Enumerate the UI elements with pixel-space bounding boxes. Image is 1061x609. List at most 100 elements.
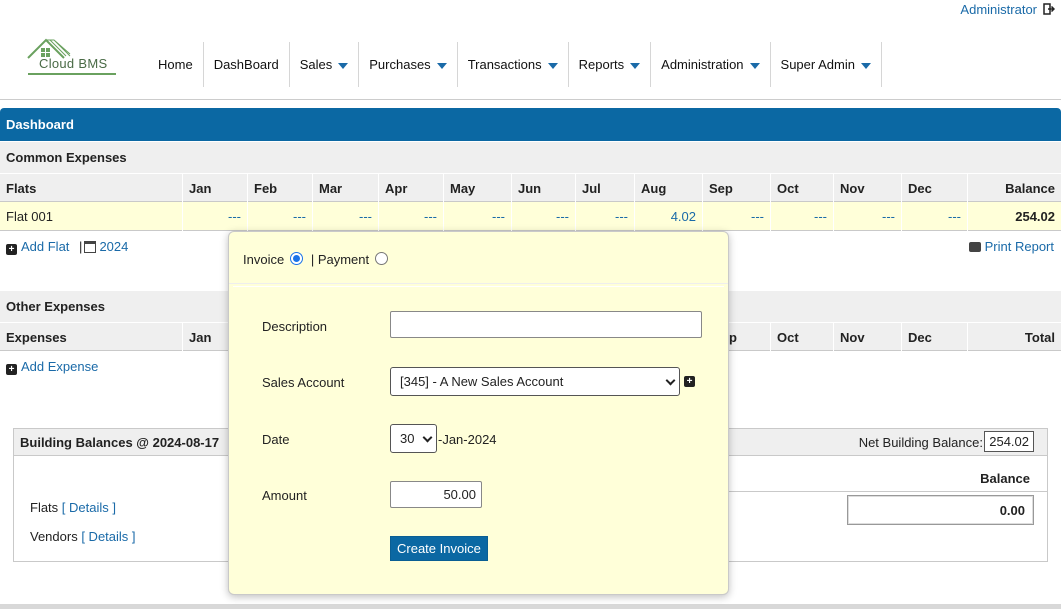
plus-square-icon: +	[6, 244, 17, 255]
nav-label: Super Admin	[780, 57, 855, 72]
nav-administration[interactable]: Administration	[651, 42, 771, 87]
caret-down-icon	[338, 62, 349, 69]
col-oct: Oct	[770, 174, 833, 203]
nav-label: Transactions	[467, 57, 542, 72]
vendors-row: Vendors [ Details ]	[30, 529, 136, 544]
caret-down-icon	[436, 62, 447, 69]
col-aug: Aug	[634, 174, 702, 203]
invoice-radio[interactable]	[290, 252, 304, 265]
cell-aug[interactable]: 4.02	[634, 202, 702, 231]
cell-jun[interactable]: ---	[511, 202, 575, 231]
chevron-down-icon	[665, 375, 676, 386]
separator: |	[79, 239, 83, 254]
dashboard-title-bar: Dashboard	[0, 108, 1061, 141]
nav-transactions[interactable]: Transactions	[458, 42, 569, 87]
cell-mar[interactable]: ---	[312, 202, 378, 231]
cell-sep[interactable]: ---	[702, 202, 770, 231]
col-expenses: Expenses	[6, 330, 67, 345]
nav-label: Sales	[299, 57, 333, 72]
print-report-link[interactable]: Print Report	[968, 239, 1054, 254]
description-input[interactable]	[390, 311, 702, 338]
caret-down-icon	[547, 62, 558, 69]
balance-divider	[714, 491, 1047, 492]
vendors-details-link[interactable]: [ Details ]	[81, 529, 135, 544]
flats-details-link[interactable]: [ Details ]	[62, 500, 116, 515]
description-label: Description	[262, 319, 328, 334]
payment-radio[interactable]	[375, 252, 389, 265]
add-flat-link[interactable]: + Add Flat	[6, 239, 70, 255]
header-divider	[0, 99, 1061, 100]
add-expense-link[interactable]: + Add Expense	[6, 359, 98, 375]
nav-dashboard[interactable]: DashBoard	[204, 42, 290, 87]
net-building-balance-label: Net Building Balance:	[858, 435, 983, 450]
col-balance: Balance	[967, 174, 1061, 203]
flats-label: Flats	[30, 500, 59, 515]
col-nov: Nov	[833, 174, 901, 203]
cell-nov[interactable]: ---	[833, 202, 901, 231]
logo-text: Cloud BMS	[39, 56, 108, 71]
logout-icon[interactable]	[1043, 3, 1055, 15]
col-sep: Sep	[702, 174, 770, 203]
flats-row: Flats [ Details ]	[30, 500, 116, 515]
section-title: Other Expenses	[6, 299, 105, 314]
col-may: May	[443, 174, 511, 203]
invoice-form: Description Sales Account [345] - A New …	[233, 286, 724, 588]
cell-jul[interactable]: ---	[575, 202, 634, 231]
sales-account-select[interactable]: [345] - A New Sales Account	[390, 367, 680, 396]
invoice-payment-popup: Invoice | Payment Description Sales Acco…	[228, 231, 729, 595]
nav-home[interactable]: Home	[148, 42, 204, 87]
col-flats: Flats	[6, 181, 37, 196]
footer-bar	[0, 604, 1061, 609]
nav-reports[interactable]: Reports	[569, 42, 652, 87]
create-invoice-button[interactable]: Create Invoice	[390, 536, 488, 561]
net-building-balance-value: 254.02	[984, 431, 1034, 452]
nav-label: Purchases	[369, 57, 431, 72]
building-balances-title: Building Balances @ 2024-08-17	[20, 435, 220, 450]
col-dec: Dec	[901, 174, 967, 203]
cell-dec[interactable]: ---	[901, 202, 967, 231]
col-total: Total	[967, 323, 1061, 352]
cell-apr[interactable]: ---	[378, 202, 443, 231]
col-oct: Oct	[770, 323, 833, 352]
table-row: Flat 001 --- --- --- --- --- --- --- 4.0…	[0, 202, 1061, 231]
col-jan: Jan	[182, 174, 247, 203]
amount-input[interactable]: 50.00	[390, 481, 482, 508]
caret-down-icon	[630, 62, 641, 69]
date-suffix: -Jan-2024	[438, 432, 497, 447]
balance-column-header: Balance	[980, 471, 1030, 486]
cell-balance: 254.02	[967, 202, 1061, 231]
date-day-selected: 30	[400, 431, 415, 446]
cell-may[interactable]: ---	[443, 202, 511, 231]
col-apr: Apr	[378, 174, 443, 203]
col-jul: Jul	[575, 174, 634, 203]
col-nov: Nov	[833, 323, 901, 352]
nav-label: Home	[158, 57, 193, 72]
year-link[interactable]: 2024	[84, 239, 128, 254]
cell-feb[interactable]: ---	[247, 202, 312, 231]
chevron-down-icon	[422, 432, 433, 443]
col-jun: Jun	[511, 174, 575, 203]
col-dec: Dec	[901, 323, 967, 352]
caret-down-icon	[749, 62, 760, 69]
balance-value-box: 0.00	[847, 495, 1034, 525]
payment-radio-label: | Payment	[310, 252, 370, 267]
add-flat-label: Add Flat	[21, 239, 70, 254]
print-icon	[968, 242, 981, 252]
common-expenses-header-row: Flats Jan Feb Mar Apr May Jun Jul Aug Se…	[0, 173, 1061, 203]
nav-purchases[interactable]: Purchases	[359, 42, 458, 87]
add-expense-label: Add Expense	[21, 359, 99, 374]
add-sales-account-icon[interactable]: +	[684, 376, 695, 387]
cell-jan[interactable]: ---	[182, 202, 247, 231]
sales-account-selected: [345] - A New Sales Account	[400, 374, 564, 389]
nav-super-admin[interactable]: Super Admin	[771, 42, 882, 87]
year-label: 2024	[99, 239, 129, 254]
cell-oct[interactable]: ---	[770, 202, 833, 231]
main-nav: Home DashBoard Sales Purchases Transacti…	[148, 42, 882, 87]
nav-sales[interactable]: Sales	[290, 42, 360, 87]
section-title: Common Expenses	[6, 150, 127, 165]
amount-label: Amount	[262, 488, 307, 503]
print-report-label: Print Report	[984, 239, 1054, 254]
date-day-select[interactable]: 30	[390, 424, 437, 453]
administrator-link[interactable]: Administrator	[960, 2, 1037, 17]
plus-square-icon: +	[6, 364, 17, 375]
